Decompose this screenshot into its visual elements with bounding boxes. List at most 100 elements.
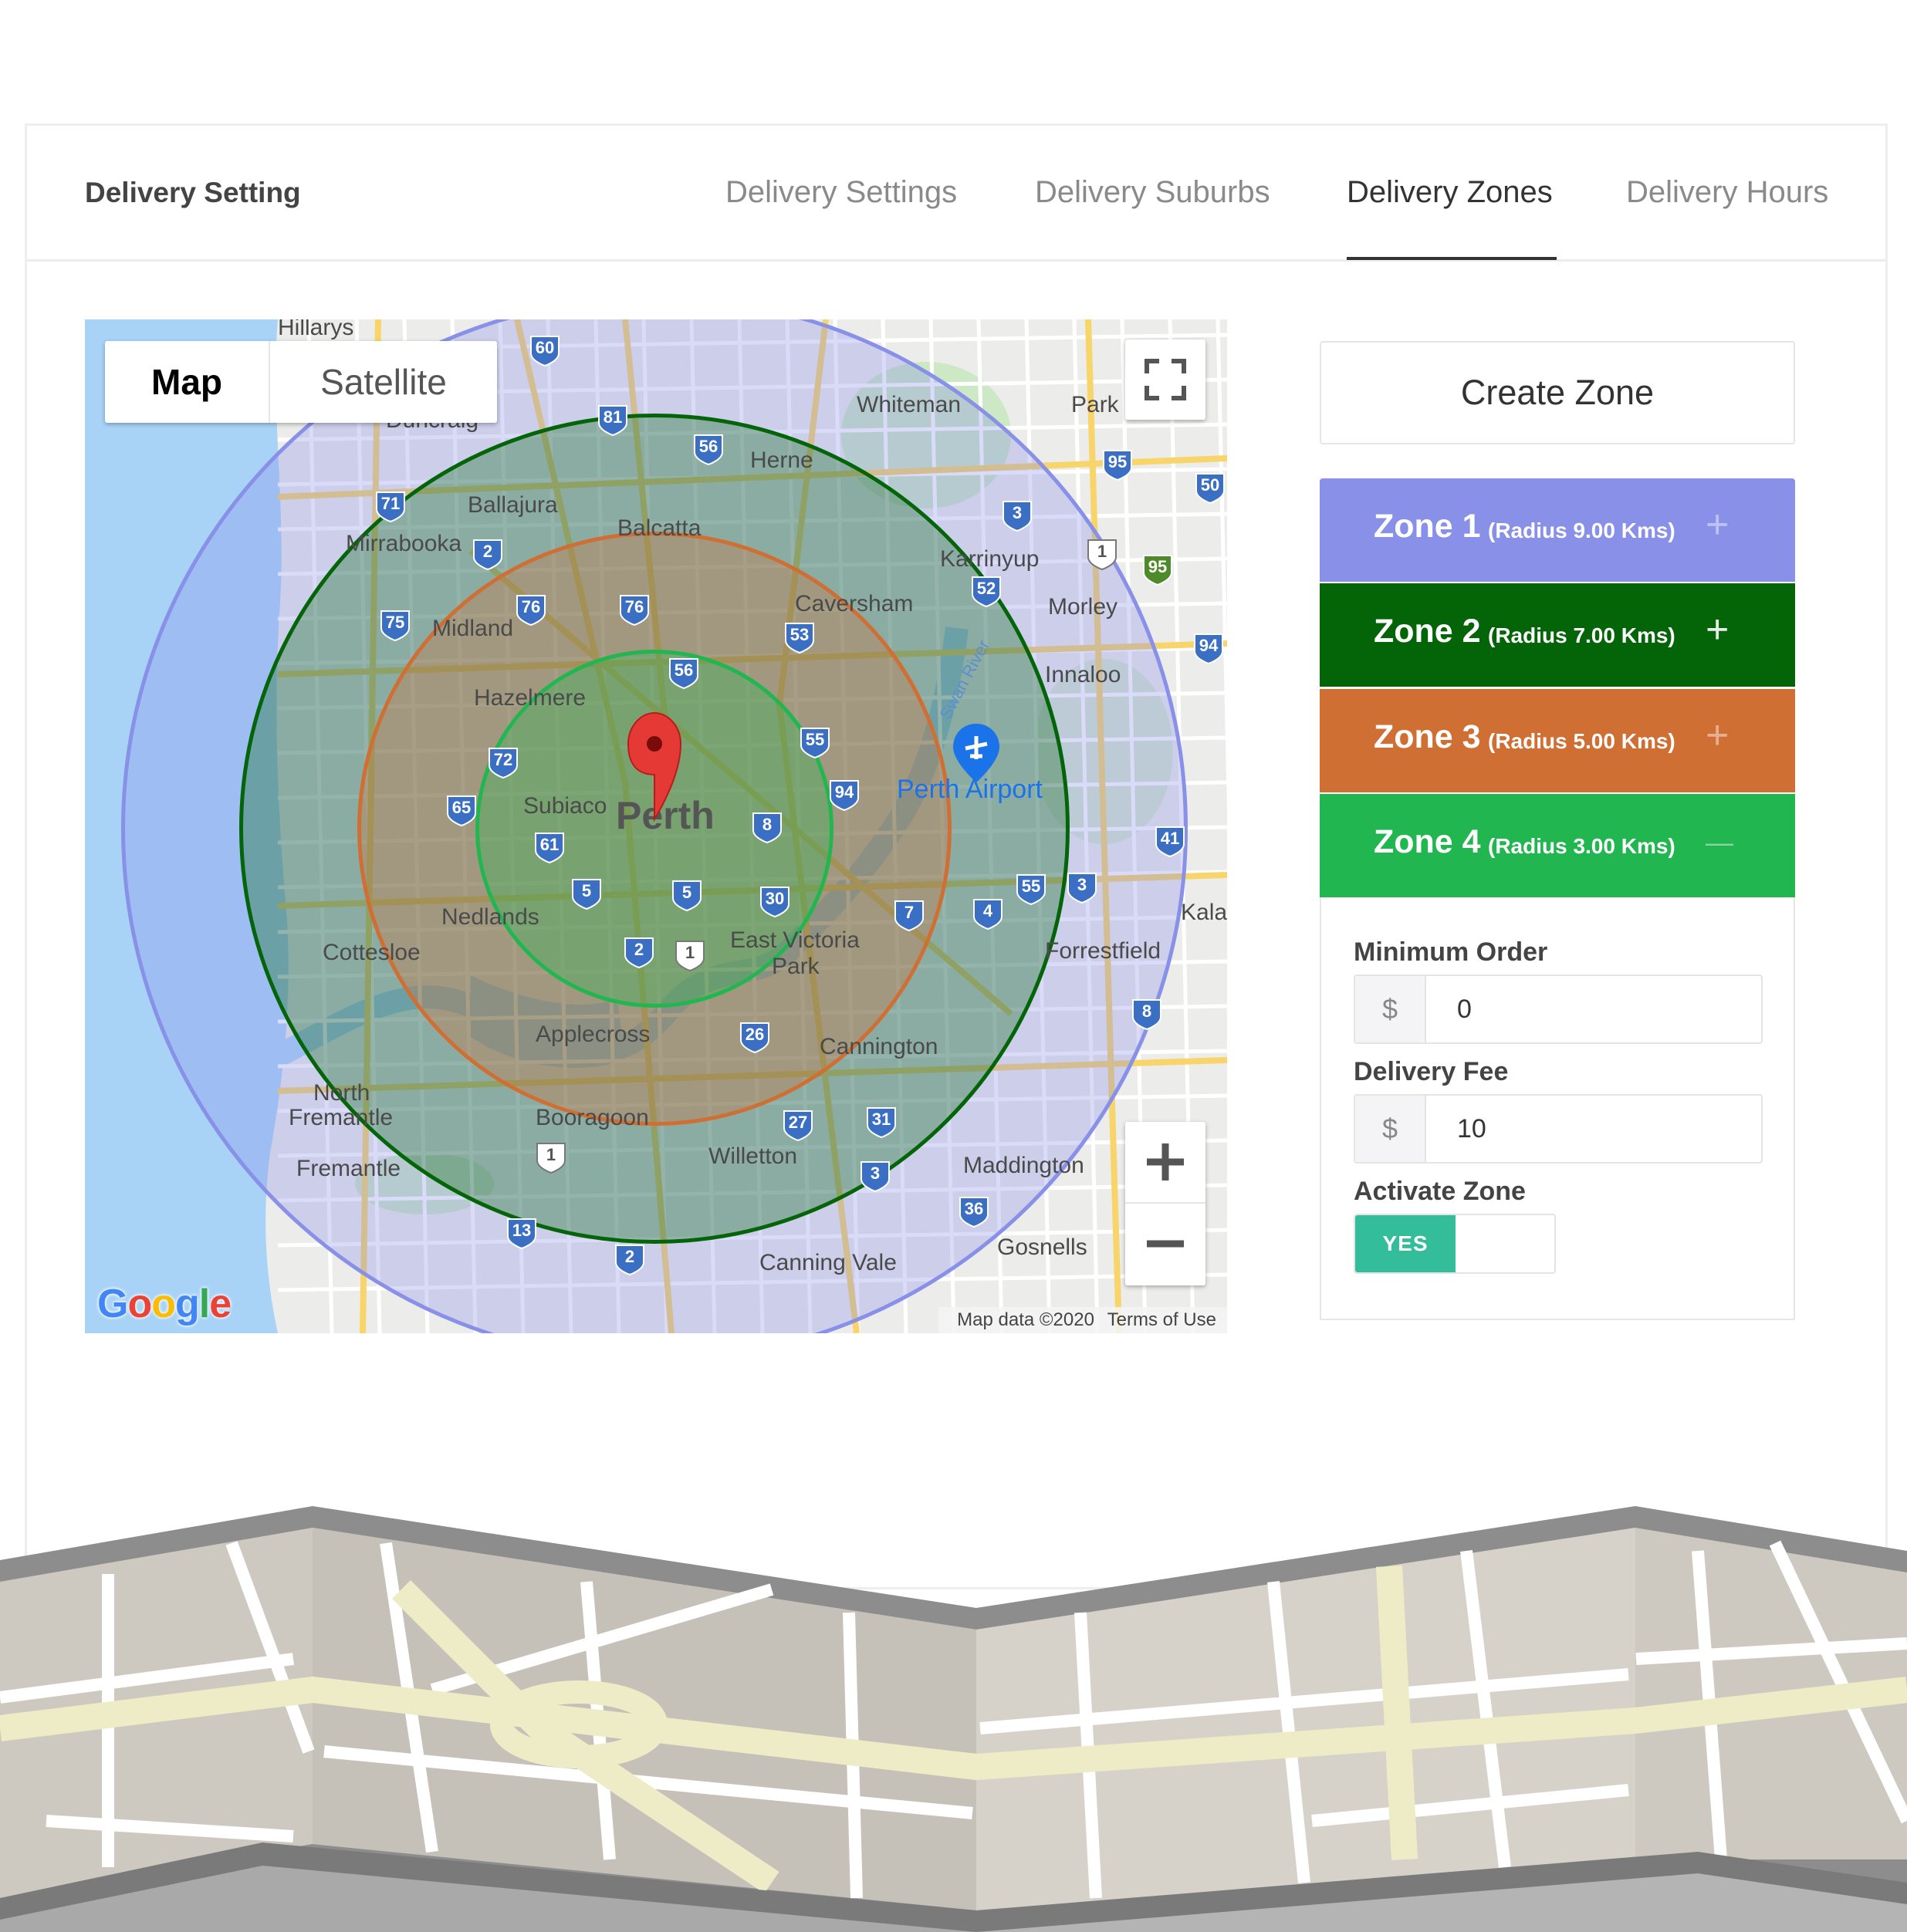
tab-delivery-suburbs[interactable]: Delivery Suburbs bbox=[1035, 175, 1270, 210]
road-number: 1 bbox=[1097, 542, 1107, 561]
map-type-control: Map Satellite bbox=[105, 341, 497, 423]
road-number: 95 bbox=[1148, 557, 1167, 576]
road-number: 53 bbox=[790, 625, 809, 644]
map-type-satellite-button[interactable]: Satellite bbox=[270, 341, 497, 423]
terms-of-use-link[interactable]: Terms of Use bbox=[1107, 1309, 1216, 1330]
place-label: Willetton bbox=[708, 1143, 797, 1169]
zone-name: Zone 1 bbox=[1374, 508, 1481, 545]
place-label: Mirrabooka bbox=[346, 531, 462, 556]
road-shield: 2 bbox=[624, 937, 654, 969]
road-shield: 1 bbox=[1087, 539, 1117, 571]
zone-4-settings: Minimum Order $ Delivery Fee $ Activate … bbox=[1320, 897, 1795, 1320]
road-shield: 94 bbox=[1194, 633, 1223, 665]
zone-1-header[interactable]: Zone 1 (Radius 9.00 Kms) + bbox=[1320, 478, 1795, 582]
minimum-order-group: $ bbox=[1354, 974, 1763, 1044]
road-shield: 4 bbox=[973, 899, 1003, 931]
road-shield: 76 bbox=[620, 595, 649, 627]
map-canvas[interactable]: HillarysDuncraigWhitemanParkHerneBallaju… bbox=[85, 319, 1227, 1333]
road-shield: 1 bbox=[675, 941, 705, 972]
delivery-zone-map[interactable]: HillarysDuncraigWhitemanParkHerneBallaju… bbox=[85, 319, 1227, 1333]
place-label: Applecross bbox=[536, 1022, 650, 1047]
road-shield: 5 bbox=[572, 879, 601, 910]
road-number: 7 bbox=[904, 903, 914, 922]
road-shield: 95 bbox=[1103, 450, 1132, 481]
zone-2-header[interactable]: Zone 2 (Radius 7.00 Kms) + bbox=[1320, 583, 1795, 687]
tab-delivery-settings[interactable]: Delivery Settings bbox=[725, 175, 957, 210]
currency-addon: $ bbox=[1355, 1096, 1426, 1162]
place-label: Whiteman bbox=[857, 392, 961, 417]
zone-radius: (Radius 5.00 Kms) bbox=[1488, 729, 1675, 753]
road-number: 3 bbox=[1013, 503, 1022, 522]
place-label: Herne bbox=[750, 448, 813, 473]
road-shield: 60 bbox=[530, 336, 560, 367]
delivery-fee-group: $ bbox=[1354, 1094, 1763, 1164]
road-number: 31 bbox=[872, 1110, 891, 1129]
road-number: 81 bbox=[604, 407, 622, 427]
zoom-out-button[interactable] bbox=[1125, 1204, 1205, 1284]
road-number: 5 bbox=[682, 883, 691, 902]
road-number: 3 bbox=[871, 1164, 880, 1183]
road-number: 94 bbox=[1199, 636, 1219, 655]
road-number: 30 bbox=[766, 889, 784, 908]
road-shield: 41 bbox=[1155, 826, 1185, 858]
road-shield: 65 bbox=[447, 795, 476, 827]
minimum-order-input[interactable] bbox=[1426, 976, 1758, 1042]
zone-radius: (Radius 9.00 Kms) bbox=[1488, 518, 1675, 542]
zone-3-header[interactable]: Zone 3 (Radius 5.00 Kms) + bbox=[1320, 689, 1795, 792]
folded-map-illustration bbox=[0, 1506, 1907, 1932]
road-number: 8 bbox=[1142, 1001, 1151, 1021]
road-shield: 13 bbox=[507, 1218, 536, 1250]
tab-delivery-hours[interactable]: Delivery Hours bbox=[1626, 175, 1828, 210]
page-title: Delivery Setting bbox=[85, 177, 301, 208]
road-number: 50 bbox=[1201, 475, 1219, 495]
expand-icon[interactable]: + bbox=[1706, 712, 1729, 758]
place-label: East Victoria bbox=[730, 927, 860, 953]
zone-4-header[interactable]: Zone 4 (Radius 3.00 Kms) — bbox=[1320, 794, 1795, 897]
place-label: Hillarys bbox=[278, 319, 353, 340]
minus-icon bbox=[1147, 1240, 1184, 1248]
road-number: 52 bbox=[977, 579, 996, 598]
google-logo: Google bbox=[97, 1282, 232, 1326]
delivery-fee-input[interactable] bbox=[1426, 1096, 1758, 1162]
zone-name: Zone 4 bbox=[1374, 823, 1481, 860]
road-number: 76 bbox=[625, 597, 644, 616]
road-shield: 75 bbox=[380, 610, 410, 642]
place-label: Karrinyup bbox=[940, 546, 1039, 572]
road-shield: 3 bbox=[1067, 873, 1097, 904]
place-label: Fremantle bbox=[296, 1156, 401, 1181]
activate-zone-toggle[interactable]: YES bbox=[1354, 1214, 1556, 1274]
road-shield: 50 bbox=[1195, 473, 1225, 505]
zoom-control bbox=[1125, 1122, 1205, 1285]
plus-icon bbox=[1147, 1143, 1184, 1180]
road-shield: 26 bbox=[740, 1022, 769, 1054]
road-shield: 36 bbox=[959, 1197, 989, 1228]
fullscreen-icon bbox=[1145, 359, 1186, 400]
expand-icon[interactable]: + bbox=[1706, 606, 1729, 653]
road-shield: 8 bbox=[752, 812, 782, 844]
road-number: 94 bbox=[835, 782, 854, 802]
road-shield: 2 bbox=[473, 539, 502, 571]
place-label: Cottesloe bbox=[323, 940, 421, 965]
place-label: North bbox=[313, 1080, 370, 1106]
road-number: 71 bbox=[381, 494, 400, 513]
expand-icon[interactable]: + bbox=[1706, 502, 1729, 548]
collapse-icon[interactable]: — bbox=[1706, 826, 1733, 859]
active-tab-indicator bbox=[1347, 257, 1557, 260]
road-number: 2 bbox=[625, 1247, 634, 1266]
map-type-map-button[interactable]: Map bbox=[105, 341, 270, 423]
zoom-in-button[interactable] bbox=[1125, 1122, 1205, 1204]
road-shield: 71 bbox=[376, 491, 405, 523]
place-label: Booragoon bbox=[536, 1105, 649, 1130]
road-number: 36 bbox=[965, 1199, 983, 1218]
tab-delivery-zones[interactable]: Delivery Zones bbox=[1347, 175, 1553, 210]
road-number: 3 bbox=[1077, 875, 1087, 894]
road-number: 56 bbox=[699, 437, 718, 456]
create-zone-button[interactable]: Create Zone bbox=[1320, 341, 1795, 444]
place-label: Morley bbox=[1048, 594, 1117, 620]
road-shield: 56 bbox=[694, 434, 723, 466]
road-number: 95 bbox=[1108, 452, 1127, 471]
road-number: 8 bbox=[762, 815, 772, 834]
road-shield: 7 bbox=[894, 900, 924, 932]
fullscreen-button[interactable] bbox=[1125, 339, 1205, 420]
road-number: 1 bbox=[685, 943, 695, 962]
